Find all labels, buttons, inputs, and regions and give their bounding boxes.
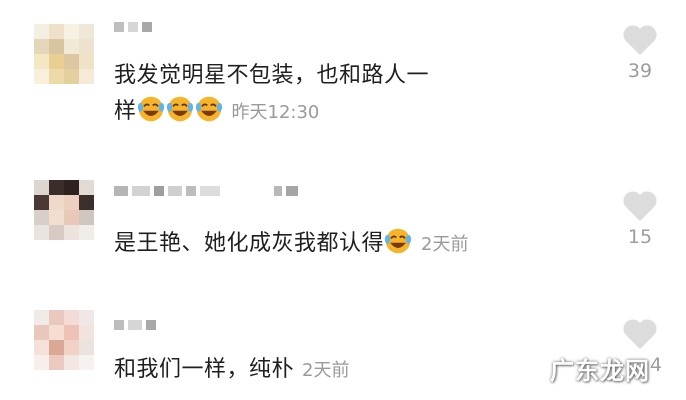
laughing-tears-emoji-icon: [195, 96, 222, 122]
comment-line: 样 昨天12:30: [114, 94, 534, 131]
comment-line: 我发觉明星不包装，也和路人一: [114, 63, 430, 88]
heart-icon: [623, 191, 657, 221]
comment-time: 昨天12:30: [231, 102, 320, 123]
comment-time: 2天前: [421, 234, 469, 255]
comment-line: 是王艳、她化成灰我都认得: [114, 231, 385, 256]
like-button[interactable]: 39: [610, 24, 670, 82]
username-blurred[interactable]: [114, 18, 152, 36]
comment-line: 和我们一样，纯朴: [114, 357, 295, 382]
like-button[interactable]: 15: [610, 190, 670, 248]
laughing-tears-emoji-icon: [384, 228, 412, 254]
laughing-tears-emoji-icon: [166, 96, 193, 122]
heart-icon: [623, 25, 657, 55]
watermark-logo: 广东龙网: [550, 357, 650, 385]
comment-time: 2天前: [302, 360, 350, 381]
comment-text: 和我们一样，纯朴 2天前: [114, 352, 534, 389]
like-count: 15: [627, 226, 653, 248]
avatar[interactable]: [34, 24, 94, 84]
comment-text-tail: 样: [114, 99, 137, 124]
username-blurred[interactable]: [114, 182, 298, 200]
avatar[interactable]: [34, 310, 94, 370]
like-count: 39: [627, 60, 653, 82]
avatar[interactable]: [34, 180, 94, 240]
comment-text: 是王艳、她化成灰我都认得 2天前: [114, 226, 534, 263]
laughing-tears-emoji-icon: [137, 96, 164, 122]
username-blurred[interactable]: [114, 316, 156, 334]
comment-text: 我发觉明星不包装，也和路人一 样 昨天12:30: [114, 58, 534, 131]
heart-icon: [623, 319, 657, 349]
